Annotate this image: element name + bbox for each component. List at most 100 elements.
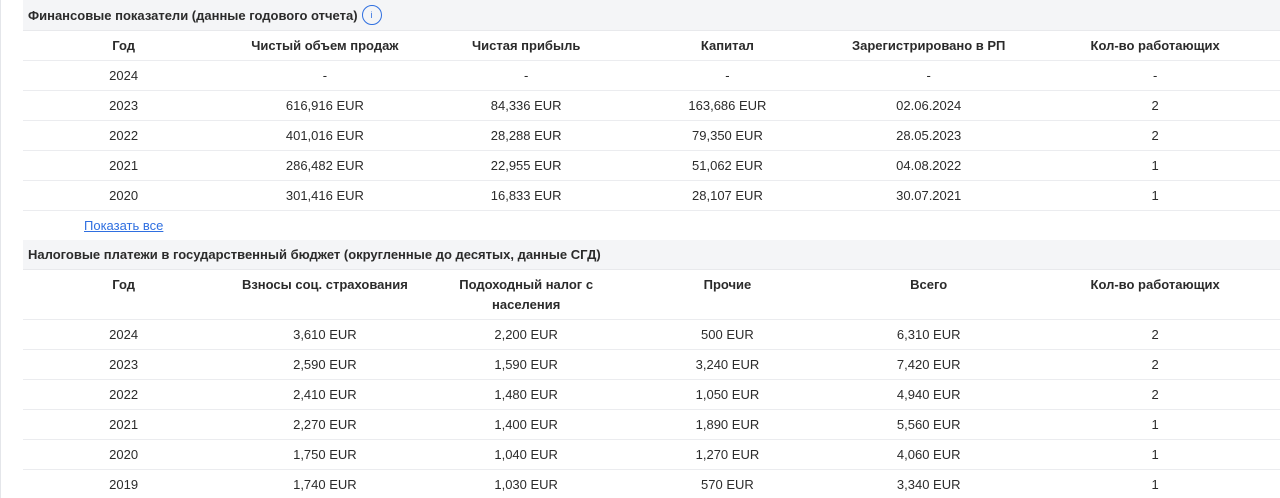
table-cell: 51,062 EUR <box>626 149 829 180</box>
table-cell: 1,890 EUR <box>626 409 829 440</box>
table-cell: 3,610 EUR <box>224 319 426 350</box>
table-cell: 2 <box>1029 349 1280 380</box>
table-cell: 84,336 EUR <box>425 89 627 120</box>
table-cell: 28,288 EUR <box>425 119 627 150</box>
column-header-year: Год <box>112 276 135 292</box>
table-cell: 1,740 EUR <box>224 469 426 498</box>
financial-section-header: Финансовые показатели (данные годового о… <box>23 0 1280 31</box>
table-row: 2023 2,590 EUR 1,590 EUR 3,240 EUR 7,420… <box>23 349 1280 380</box>
table-cell: 5,560 EUR <box>828 409 1030 440</box>
table-cell: 4,060 EUR <box>828 439 1030 470</box>
financial-section-title: Финансовые показатели (данные годового о… <box>28 7 358 23</box>
table-cell: 16,833 EUR <box>425 179 627 210</box>
table-cell: 500 EUR <box>626 319 829 350</box>
table-row: 2022 2,410 EUR 1,480 EUR 1,050 EUR 4,940… <box>23 379 1280 410</box>
table-cell: 2022 <box>23 379 225 410</box>
table-cell: 4,940 EUR <box>828 379 1030 410</box>
table-cell: 1,270 EUR <box>626 439 829 470</box>
table-cell: 28,107 EUR <box>626 179 829 210</box>
table-cell: 2020 <box>23 179 225 210</box>
table-row: 2019 1,740 EUR 1,030 EUR 570 EUR 3,340 E… <box>23 469 1280 498</box>
table-cell: 04.08.2022 <box>828 149 1030 180</box>
table-cell: 1,400 EUR <box>425 409 627 440</box>
table-cell: 2023 <box>23 89 225 120</box>
table-cell: 02.06.2024 <box>828 89 1030 120</box>
table-cell: 1 <box>1029 469 1280 498</box>
financial-table-header-row: Год Чистый объем продаж Чистая прибыль К… <box>23 31 1280 60</box>
table-cell: - <box>224 59 426 90</box>
table-cell: 163,686 EUR <box>626 89 829 120</box>
table-cell: 2,200 EUR <box>425 319 627 350</box>
table-cell: 2 <box>1029 119 1280 150</box>
table-cell: 3,240 EUR <box>626 349 829 380</box>
table-cell: 301,416 EUR <box>224 179 426 210</box>
table-row: 2024 3,610 EUR 2,200 EUR 500 EUR 6,310 E… <box>23 319 1280 350</box>
table-cell: 2020 <box>23 439 225 470</box>
table-cell: 2019 <box>23 469 225 498</box>
table-cell: 1 <box>1029 179 1280 210</box>
table-cell: 2021 <box>23 149 225 180</box>
info-icon[interactable]: i <box>361 5 382 25</box>
table-cell: 1 <box>1029 409 1280 440</box>
table-cell: 22,955 EUR <box>425 149 627 180</box>
table-row: 2024 - - - - - <box>23 59 1280 90</box>
company-report-page: Финансовые показатели (данные годового о… <box>0 0 1280 498</box>
table-row: 2021 286,482 EUR 22,955 EUR 51,062 EUR 0… <box>23 149 1280 180</box>
table-cell: 3,340 EUR <box>828 469 1030 498</box>
column-header-net-profit: Чистая прибыль <box>472 38 581 53</box>
table-cell: 2,590 EUR <box>224 349 426 380</box>
table-cell: 2021 <box>23 409 225 440</box>
table-cell: 2 <box>1029 379 1280 410</box>
table-cell: 2 <box>1029 319 1280 350</box>
table-cell: 1,040 EUR <box>425 439 627 470</box>
table-cell: 2024 <box>23 59 225 90</box>
table-row: 2020 1,750 EUR 1,040 EUR 1,270 EUR 4,060… <box>23 439 1280 470</box>
table-cell: 401,016 EUR <box>224 119 426 150</box>
table-cell: - <box>828 59 1030 90</box>
table-cell: 2,410 EUR <box>224 379 426 410</box>
table-cell: 286,482 EUR <box>224 149 426 180</box>
tax-table: Год Взносы соц. страхования Подоходный н… <box>23 270 1280 498</box>
show-all-link[interactable]: Показать все <box>84 218 163 233</box>
table-cell: 1,050 EUR <box>626 379 829 410</box>
table-cell: 1,750 EUR <box>224 439 426 470</box>
table-cell: 6,310 EUR <box>828 319 1030 350</box>
table-cell: 79,350 EUR <box>626 119 829 150</box>
table-cell: 2022 <box>23 119 225 150</box>
table-cell: 2023 <box>23 349 225 380</box>
table-cell: - <box>425 59 627 90</box>
table-cell: 2024 <box>23 319 225 350</box>
table-cell: - <box>626 59 829 90</box>
tax-table-header-row: Год Взносы соц. страхования Подоходный н… <box>23 270 1280 320</box>
table-row: 2023 616,916 EUR 84,336 EUR 163,686 EUR … <box>23 89 1280 120</box>
table-cell: 1,480 EUR <box>425 379 627 410</box>
table-cell: 1,030 EUR <box>425 469 627 498</box>
column-header-income-tax: Подоходный налог с населения <box>459 276 594 312</box>
table-cell: 28.05.2023 <box>828 119 1030 150</box>
column-header-other: Прочие <box>703 276 752 292</box>
table-cell: 2,270 EUR <box>224 409 426 440</box>
table-cell: 616,916 EUR <box>224 89 426 120</box>
table-cell: 1,590 EUR <box>425 349 627 380</box>
table-cell: 1 <box>1029 439 1280 470</box>
column-header-employees: Кол-во работающих <box>1090 276 1220 292</box>
table-cell: 30.07.2021 <box>828 179 1030 210</box>
show-all-row: Показать все <box>23 209 1280 240</box>
column-header-registered: Зарегистрировано в РП <box>851 38 1006 53</box>
table-cell: 2 <box>1029 89 1280 120</box>
table-row: 2021 2,270 EUR 1,400 EUR 1,890 EUR 5,560… <box>23 409 1280 440</box>
column-header-social-insurance: Взносы соц. страхования <box>241 276 408 292</box>
tax-section-title: Налоговые платежи в государственный бюдж… <box>28 246 601 262</box>
column-header-net-sales: Чистый объем продаж <box>251 38 399 53</box>
table-row: 2022 401,016 EUR 28,288 EUR 79,350 EUR 2… <box>23 119 1280 150</box>
column-header-capital: Капитал <box>700 38 754 53</box>
financial-table: Год Чистый объем продаж Чистая прибыль К… <box>23 31 1280 210</box>
table-cell: 570 EUR <box>626 469 829 498</box>
column-header-total: Всего <box>910 276 948 292</box>
tax-section-header: Налоговые платежи в государственный бюдж… <box>23 239 1280 270</box>
column-header-employees: Кол-во работающих <box>1090 38 1220 53</box>
table-cell: - <box>1029 59 1280 90</box>
column-header-year: Год <box>112 38 135 53</box>
table-row: 2020 301,416 EUR 16,833 EUR 28,107 EUR 3… <box>23 179 1280 210</box>
table-cell: 1 <box>1029 149 1280 180</box>
